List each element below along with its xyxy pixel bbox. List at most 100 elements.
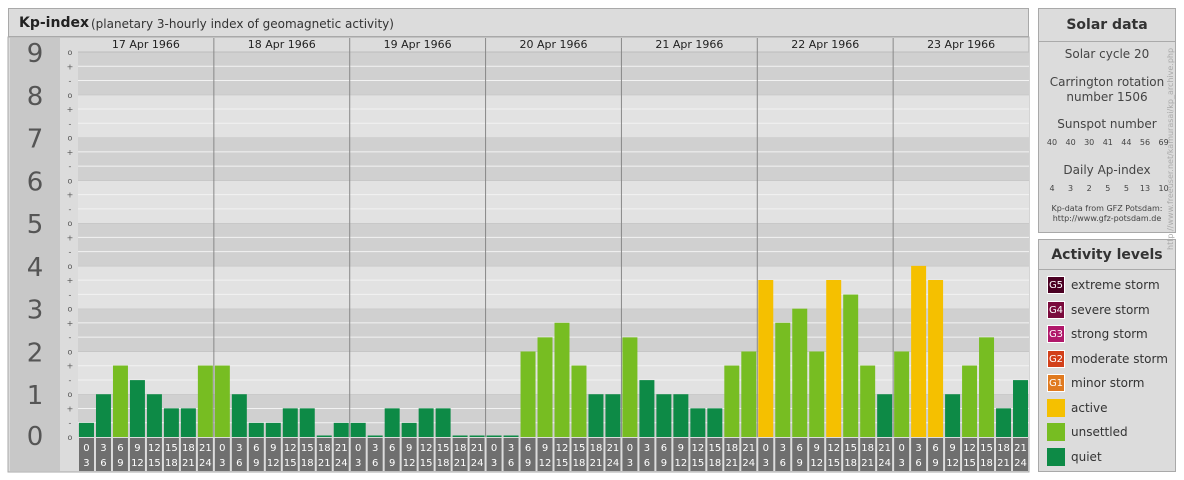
y-tick-label: 7 [27, 125, 44, 155]
kp-bar [707, 408, 723, 437]
grid-band [78, 94, 1029, 138]
kp-bar [163, 408, 179, 437]
hour-start-label: 3 [780, 443, 786, 454]
kp-bar [520, 351, 536, 437]
sunspot-value: 40 [1065, 138, 1076, 147]
kp-bar [605, 394, 621, 437]
grid-band [78, 223, 1029, 266]
kp-bar [146, 394, 162, 437]
kp-bar [112, 365, 128, 437]
hour-start-label: 21 [878, 443, 891, 454]
grid-band [78, 52, 1029, 95]
solar-data-title: Solar data [1066, 17, 1148, 33]
y-subtick-label: + [67, 105, 74, 114]
sunspot-value: 44 [1121, 138, 1132, 147]
hour-end-label: 21 [590, 458, 603, 469]
hour-start-label: 21 [199, 443, 212, 454]
kp-bar [928, 280, 944, 437]
hour-start-label: 0 [627, 443, 633, 454]
hour-end-label: 15 [827, 458, 840, 469]
kp-bar [79, 422, 94, 437]
kp-bar [639, 380, 655, 437]
hour-start-label: 15 [980, 443, 993, 454]
sunspot-label: Sunspot number [1057, 117, 1157, 131]
y-subtick-label: + [67, 148, 74, 157]
hour-end-label: 24 [878, 458, 891, 469]
level-label: extreme storm [1071, 278, 1160, 292]
hour-end-label: 12 [131, 458, 144, 469]
hour-end-label: 12 [810, 458, 823, 469]
hour-end-label: 6 [372, 458, 378, 469]
y-subtick-label: o [68, 176, 73, 185]
hour-start-label: 9 [814, 443, 820, 454]
ap-value: 5 [1105, 184, 1111, 193]
hour-start-label: 18 [454, 443, 467, 454]
hour-end-label: 21 [318, 458, 331, 469]
hour-end-label: 18 [980, 458, 993, 469]
kp-bar [1013, 380, 1028, 437]
day-label: 23 Apr 1966 [927, 38, 995, 51]
hour-start-label: 0 [898, 443, 904, 454]
kp-bar [316, 435, 332, 437]
kp-bar [537, 337, 553, 437]
level-label: strong storm [1071, 327, 1148, 341]
hour-end-label: 15 [691, 458, 704, 469]
kp-bar [129, 380, 145, 437]
kp-bar [894, 351, 910, 437]
hour-start-label: 9 [542, 443, 548, 454]
hour-start-label: 12 [827, 443, 840, 454]
hour-end-label: 15 [148, 458, 161, 469]
kp-bar [350, 422, 366, 437]
kp-bar [367, 435, 383, 437]
hour-end-label: 9 [253, 458, 259, 469]
level-label: moderate storm [1071, 351, 1168, 366]
grid-band [78, 137, 1029, 181]
level-swatch: G3 [1047, 325, 1065, 343]
solar-data-panel: Solar data Solar cycle 20 Carrington rot… [1038, 8, 1176, 233]
ap-label: Daily Ap-index [1063, 163, 1151, 177]
hour-end-label: 6 [644, 458, 650, 469]
hour-end-label: 3 [763, 458, 769, 469]
hour-end-label: 15 [556, 458, 569, 469]
hour-end-label: 12 [403, 458, 416, 469]
hour-start-label: 9 [270, 443, 276, 454]
y-tick-label: 8 [27, 82, 44, 112]
source-line2: http://www.gfz-potsdam.de [1052, 214, 1162, 223]
hour-start-label: 18 [861, 443, 874, 454]
kp-bar [214, 365, 230, 437]
level-swatch: G1 [1047, 374, 1065, 392]
watermark: http://www.freeuser.net/kamurasai/kp_arc… [1166, 47, 1175, 250]
y-subtick-label: o [68, 305, 73, 314]
kp-bar [724, 365, 740, 437]
hour-start-label: 9 [949, 443, 955, 454]
kp-bar [826, 280, 842, 437]
kp-bar [673, 394, 689, 437]
hour-end-label: 3 [83, 458, 89, 469]
hour-end-label: 3 [491, 458, 497, 469]
hour-end-label: 9 [117, 458, 123, 469]
kp-bar [503, 435, 519, 437]
kp-bar [996, 408, 1012, 437]
hour-end-label: 12 [674, 458, 687, 469]
hour-start-label: 0 [219, 443, 225, 454]
hour-start-label: 15 [437, 443, 450, 454]
y-subtick-label: o [68, 433, 73, 442]
hour-start-label: 6 [797, 443, 803, 454]
hour-end-label: 15 [420, 458, 433, 469]
hour-start-label: 6 [525, 443, 531, 454]
hour-end-label: 3 [355, 458, 361, 469]
day-label: 17 Apr 1966 [112, 38, 180, 51]
y-tick-label: 4 [27, 253, 44, 283]
y-tick-label: 6 [27, 167, 44, 197]
hour-end-label: 3 [898, 458, 904, 469]
hour-start-label: 6 [117, 443, 123, 454]
hour-start-label: 12 [420, 443, 433, 454]
kp-bar [180, 408, 196, 437]
hour-end-label: 12 [539, 458, 552, 469]
divider [1039, 269, 1175, 270]
hour-start-label: 15 [573, 443, 586, 454]
kp-bar [979, 337, 995, 437]
hour-start-label: 15 [844, 443, 857, 454]
grid-band [78, 180, 1029, 224]
kp-bar [384, 408, 400, 437]
